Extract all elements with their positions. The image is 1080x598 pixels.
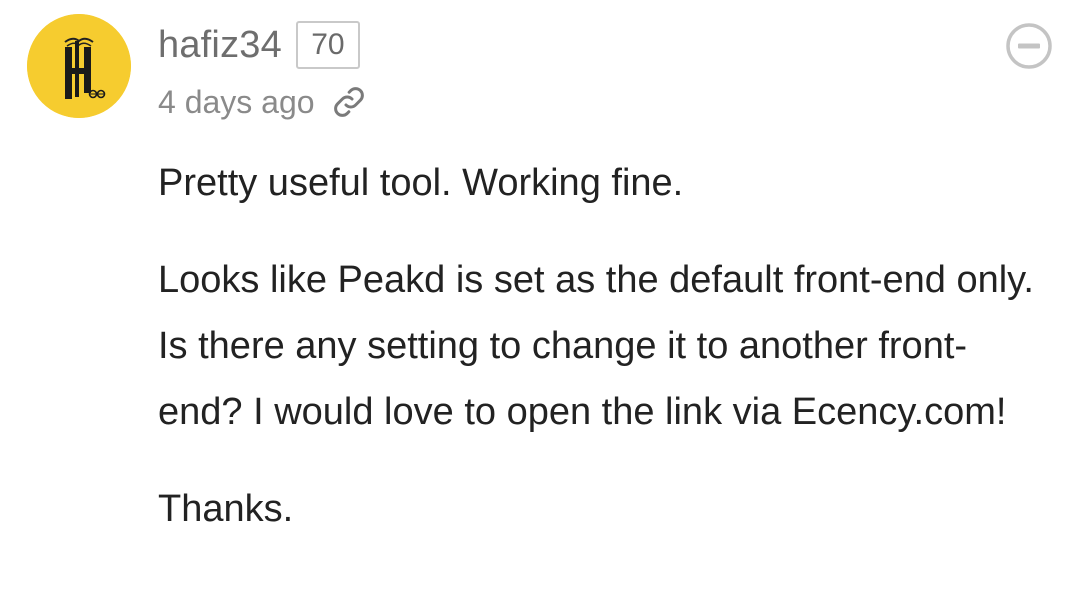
comment-body: Pretty useful tool. Working fine. Looks … xyxy=(158,150,1038,542)
comment-paragraph: Looks like Peakd is set as the default f… xyxy=(158,259,1034,433)
comment: hafiz34 70 4 days ago Pretty useful tool… xyxy=(0,0,1080,598)
author-row: hafiz34 70 xyxy=(158,18,360,72)
reputation-badge: 70 xyxy=(295,21,360,69)
author-name[interactable]: hafiz34 xyxy=(158,26,282,64)
avatar-logo-icon xyxy=(27,14,131,118)
link-icon xyxy=(333,87,364,117)
permalink-button[interactable] xyxy=(329,82,369,122)
minus-circle-icon xyxy=(1006,23,1052,69)
avatar[interactable] xyxy=(27,14,131,118)
comment-paragraph: Pretty useful tool. Working fine. xyxy=(158,162,684,204)
timestamp[interactable]: 4 days ago xyxy=(158,86,315,118)
comment-paragraph: Thanks. xyxy=(158,488,294,530)
collapse-button[interactable] xyxy=(1005,22,1053,70)
meta-row: 4 days ago xyxy=(158,80,369,124)
